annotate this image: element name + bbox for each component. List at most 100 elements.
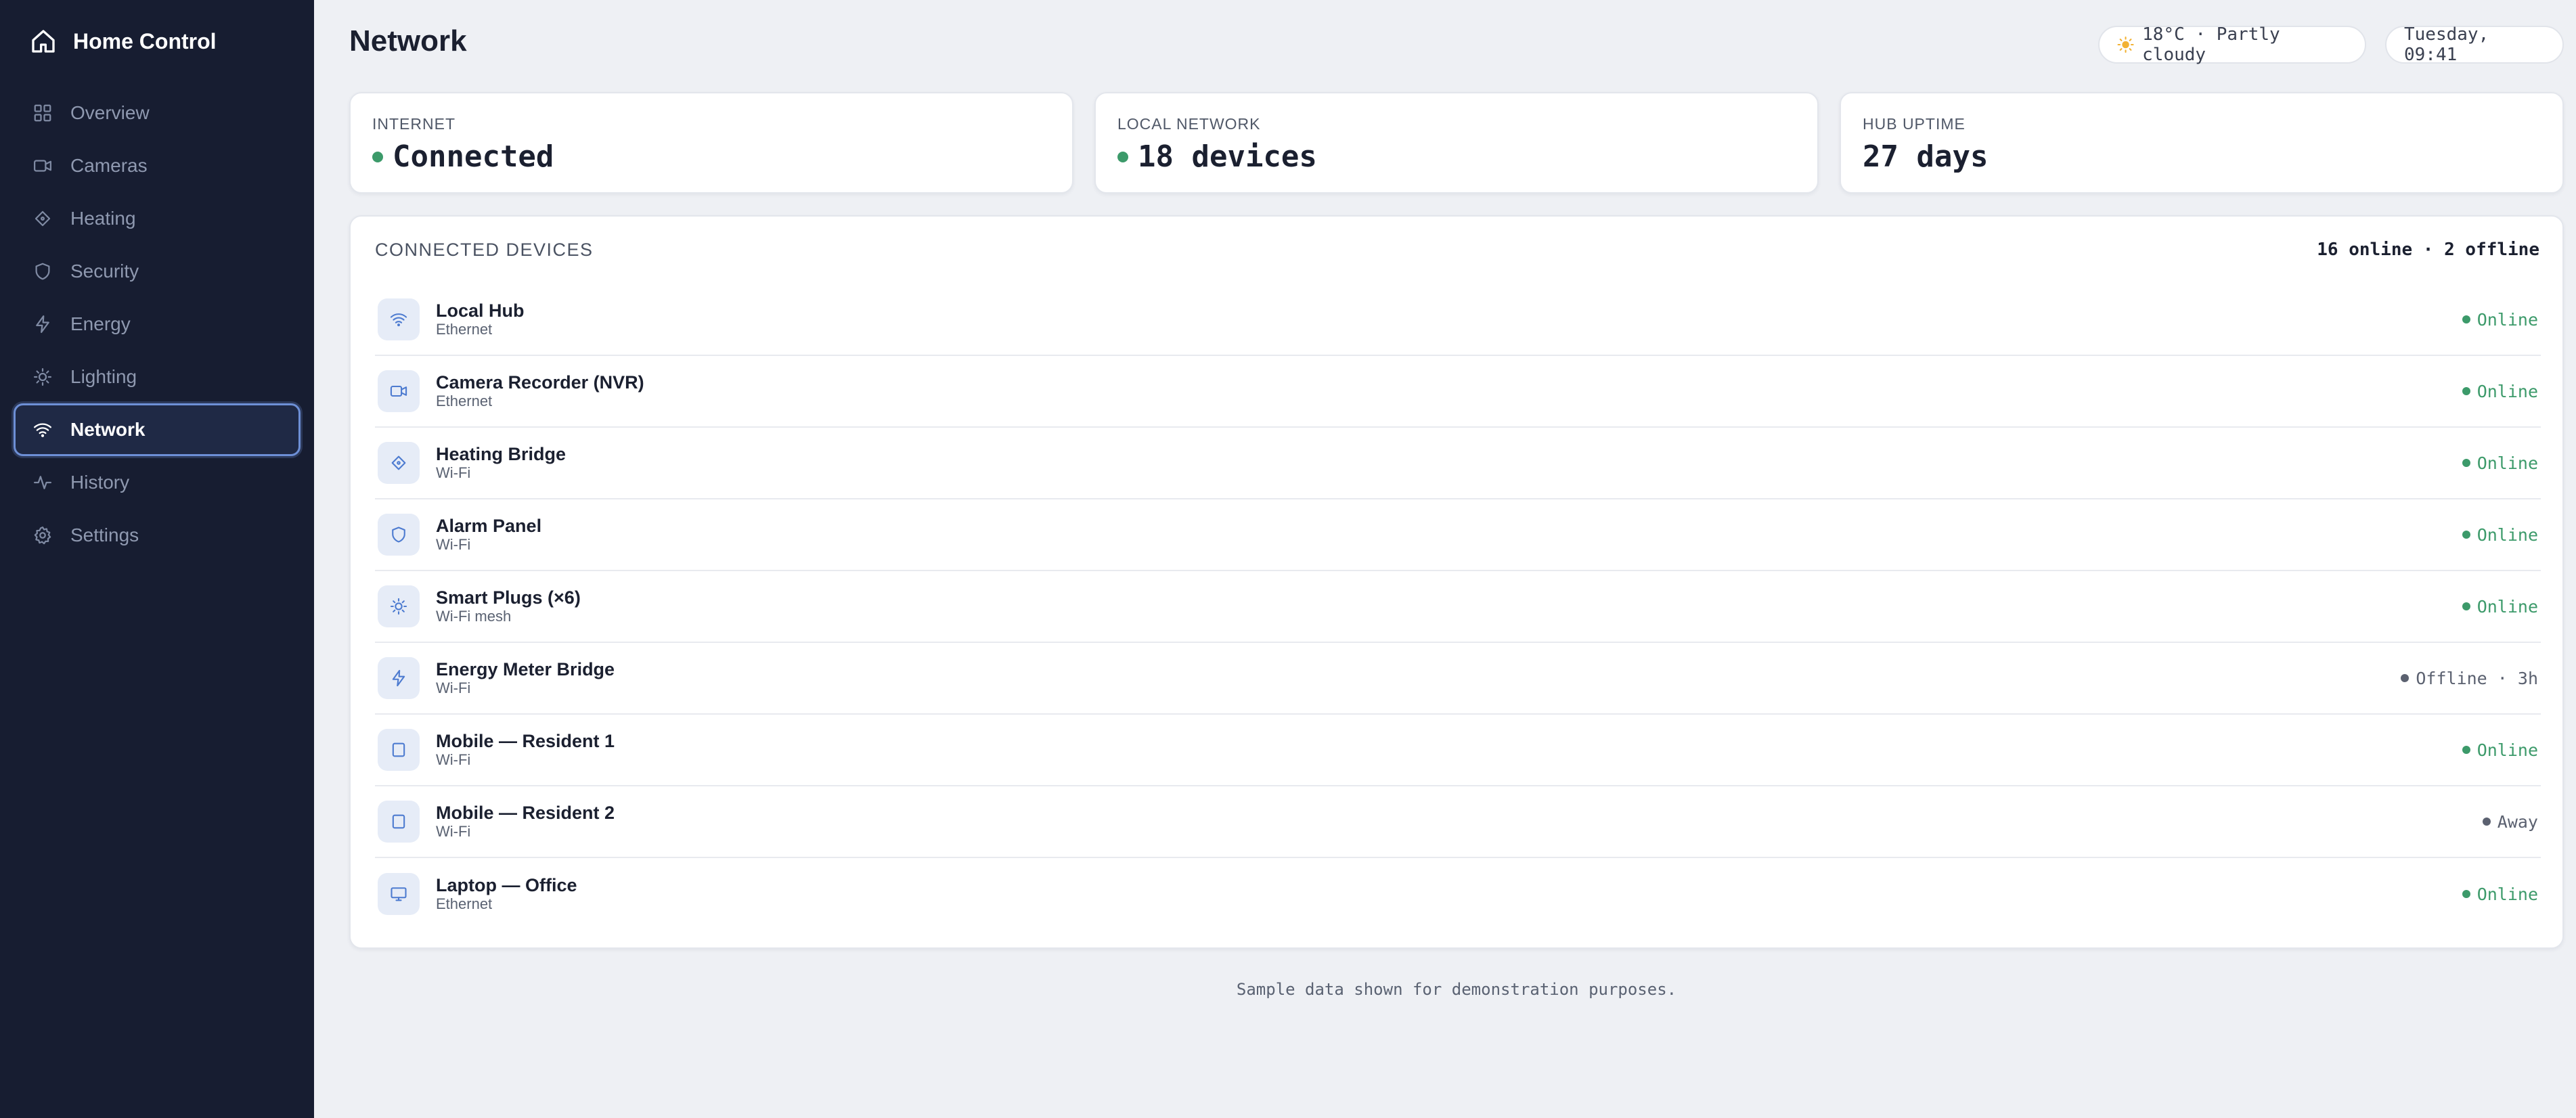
stat-card-internet: INTERNET Connected [349,92,1073,194]
device-row[interactable]: Camera Recorder (NVR) Ethernet Online [375,356,2541,428]
sidebar-item-history[interactable]: History [14,456,301,509]
wifi-icon [34,423,51,437]
device-icon-tile [378,873,420,915]
device-connection: Wi-Fi [436,679,471,696]
device-icon-tile [378,514,420,556]
device-row[interactable]: Alarm Panel Wi-Fi Online [375,499,2541,571]
device-row[interactable]: Mobile — Resident 2 Wi-Fi Away [375,786,2541,858]
camera-icon [390,385,407,397]
phone-icon [392,814,405,829]
device-text: Smart Plugs (×6) Wi-Fi mesh [436,587,581,625]
status-dot [2462,459,2470,467]
monitor-icon [391,887,407,901]
devices-summary: 16 online · 2 offline [2317,240,2539,260]
sidebar-item-lighting[interactable]: Lighting [14,351,301,403]
devices-title: CONNECTED DEVICES [375,240,594,260]
stat-label: HUB UPTIME [1863,115,1966,133]
device-icon-tile [378,729,420,771]
sidebar-item-security[interactable]: Security [14,245,301,298]
status-dot [2462,531,2470,539]
brand[interactable]: Home Control [30,27,217,55]
device-row[interactable]: Mobile — Resident 1 Wi-Fi Online [375,715,2541,786]
sidebar-item-cameras[interactable]: Cameras [14,139,301,192]
sidebar-item-overview[interactable]: Overview [14,87,301,139]
sidebar-item-heating[interactable]: Heating [14,192,301,245]
device-status-text: Online [2477,381,2538,401]
device-text: Alarm Panel Wi-Fi [436,516,541,554]
device-status: Online [2462,428,2538,498]
device-row[interactable]: Smart Plugs (×6) Wi-Fi mesh Online [375,571,2541,643]
sidebar-item-settings[interactable]: Settings [14,509,301,562]
device-connection: Wi-Fi [436,823,471,840]
device-row[interactable]: Heating Bridge Wi-Fi Online [375,428,2541,499]
device-icon-tile [378,298,420,340]
page-title: Network [349,24,467,58]
sidebar-item-label: Lighting [70,366,137,387]
device-row[interactable]: Energy Meter Bridge Wi-Fi Offline · 3h [375,643,2541,715]
camera-icon [34,160,51,172]
bolt-icon [392,669,405,687]
status-dot [2462,890,2470,898]
device-status-text: Online [2477,309,2538,330]
status-dot [2401,674,2410,682]
device-status: Online [2462,284,2538,355]
device-connection: Ethernet [436,393,493,409]
device-status-text: Online [2477,884,2538,904]
sidebar-item-label: Network [70,419,146,440]
device-row[interactable]: Local Hub Ethernet Online [375,284,2541,356]
device-status: Online [2462,571,2538,642]
device-name: Mobile — Resident 2 [436,803,615,823]
stat-card-local-network: LOCAL NETWORK 18 devices [1094,92,1819,194]
datetime-pill: Tuesday, 09:41 [2385,24,2564,65]
device-status: Online [2462,715,2538,785]
stat-card-hub-uptime: HUB UPTIME 27 days [1840,92,2564,194]
weather-text: 18°C · Partly cloudy [2142,24,2280,65]
gear-icon [34,527,51,545]
wifi-icon [390,313,407,327]
device-name: Laptop — Office [436,875,577,895]
sidebar-item-network[interactable]: Network [14,403,301,456]
device-text: Energy Meter Bridge Wi-Fi [436,659,615,697]
sidebar-item-label: Overview [70,102,150,123]
device-icon-tile [378,370,420,412]
diamond-icon [391,455,406,470]
status-dot [2462,602,2470,610]
device-status: Online [2462,858,2538,930]
sun-icon [390,598,407,615]
device-status: Offline · 3h [2401,643,2538,713]
device-text: Heating Bridge Wi-Fi [436,444,566,482]
device-text: Local Hub Ethernet [436,300,525,338]
stat-value: 27 days [1863,139,1989,174]
device-text: Camera Recorder (NVR) Ethernet [436,372,644,410]
device-name: Local Hub [436,300,525,321]
device-name: Camera Recorder (NVR) [436,372,644,393]
sidebar-item-label: Heating [70,208,136,229]
weather-pill: 18°C · Partly cloudy [2098,24,2366,65]
device-name: Alarm Panel [436,516,542,536]
device-connection: Ethernet [436,895,493,912]
sidebar-item-energy[interactable]: Energy [14,298,301,351]
device-name: Heating Bridge [436,444,567,464]
device-status-text: Offline · 3h [2416,668,2538,688]
pulse-icon [34,476,51,489]
device-connection: Wi-Fi [436,464,471,481]
stat-value: Connected [393,139,554,174]
device-icon-tile [378,801,420,843]
device-name: Smart Plugs (×6) [436,587,581,608]
status-dot [1117,151,1128,162]
status-dot [2482,818,2491,826]
device-status: Online [2462,499,2538,570]
device-status-text: Online [2477,740,2538,760]
device-row[interactable]: Laptop — Office Ethernet Online [375,858,2541,930]
grid-icon [34,104,51,122]
sun-icon [2117,36,2134,53]
sun-icon [34,368,51,386]
status-dot [2462,387,2470,395]
device-name: Energy Meter Bridge [436,659,615,679]
device-connection: Wi-Fi mesh [436,608,512,625]
device-icon-tile [378,442,420,484]
device-icon-tile [378,657,420,699]
device-connection: Wi-Fi [436,536,471,553]
datetime-text: Tuesday, 09:41 [2404,24,2489,65]
device-status: Away [2482,786,2538,857]
